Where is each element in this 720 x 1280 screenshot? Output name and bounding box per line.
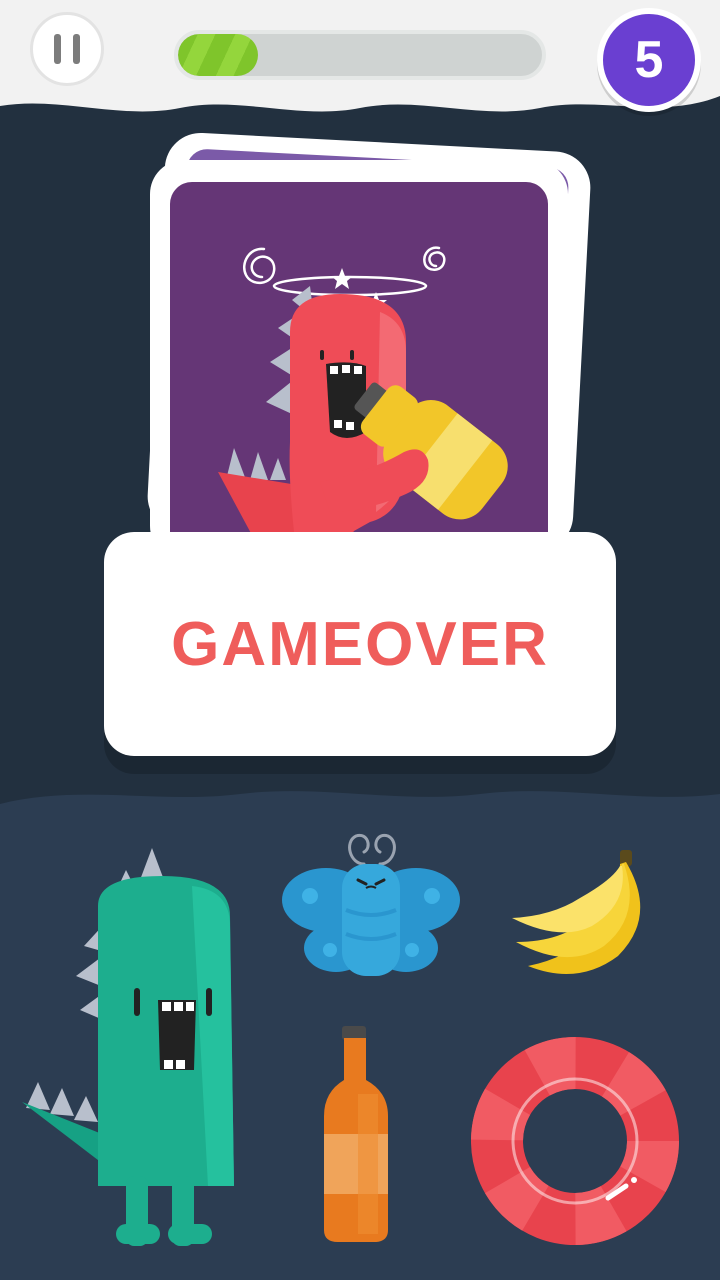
- level-number: 5: [634, 31, 664, 89]
- swim-ring-icon: [471, 1037, 679, 1245]
- gameover-message: GAMEOVER: [171, 609, 549, 679]
- card-image: [170, 182, 548, 550]
- butterfly-icon: [282, 833, 460, 976]
- progress-bar: [174, 30, 546, 80]
- level-badge: 5: [597, 8, 701, 112]
- green-monster-icon: [22, 848, 234, 1246]
- card-stack: [145, 131, 593, 562]
- item-bottle[interactable]: [318, 1024, 394, 1246]
- pause-button[interactable]: [30, 12, 104, 86]
- pause-icon: [54, 34, 61, 64]
- card: [150, 160, 568, 560]
- progress-fill: [178, 34, 259, 76]
- dizzy-monster-icon: [218, 246, 508, 550]
- gameover-panel: GAMEOVER: [104, 532, 616, 756]
- bottle-icon: [324, 1026, 388, 1242]
- top-bar: 5: [0, 0, 720, 120]
- banana-icon: [512, 850, 641, 974]
- item-butterfly[interactable]: [280, 830, 460, 980]
- item-green-monster[interactable]: [22, 846, 252, 1246]
- item-swim-ring[interactable]: [470, 1036, 680, 1246]
- item-banana[interactable]: [508, 846, 658, 986]
- item-tray: [0, 780, 720, 1280]
